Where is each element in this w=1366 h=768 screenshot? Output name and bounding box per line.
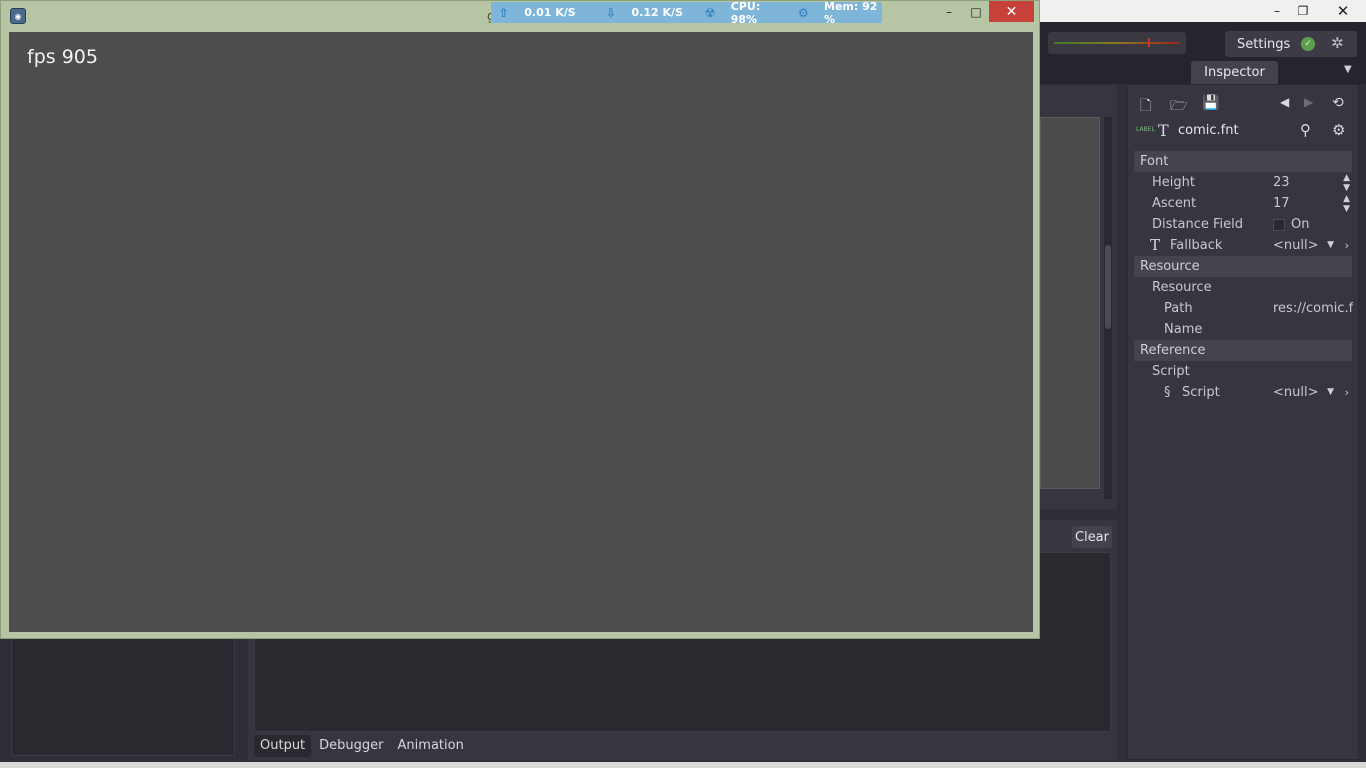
height-spin-icon[interactable]: ▲ ▼	[1343, 172, 1350, 193]
script-dropdown-icon[interactable]: ▼	[1327, 382, 1334, 403]
fps-label: fps 905	[27, 46, 98, 68]
cpu-usage: CPU: 98%	[730, 0, 761, 26]
property-list: Font Height 23 ▲ ▼ Ascent 17 ▲ ▼ Distance …	[1134, 151, 1353, 403]
settings-button[interactable]: Settings ✓ ✲	[1225, 31, 1357, 57]
settings-label: Settings	[1237, 36, 1291, 52]
prop-script-label: Script	[1182, 385, 1220, 400]
new-resource-icon[interactable]: 🗋	[1140, 95, 1151, 119]
prop-fallback-label: Fallback	[1170, 238, 1223, 253]
viewport-scrollbar[interactable]	[1104, 117, 1112, 499]
prop-script: § Script <null> ▼ ›	[1134, 382, 1352, 403]
save-icon[interactable]: 💾	[1202, 95, 1219, 111]
script-group-label: Script	[1152, 364, 1190, 379]
audio-meter-bar	[1054, 42, 1180, 44]
search-icon[interactable]: ⚲	[1300, 121, 1311, 139]
prop-height: Height 23 ▲ ▼	[1134, 172, 1352, 193]
forward-icon[interactable]: ▶	[1304, 95, 1313, 109]
prop-ascent-value[interactable]: 17	[1273, 193, 1353, 214]
prop-distance-label: Distance Field	[1152, 217, 1243, 232]
clear-button[interactable]: Clear	[1072, 526, 1112, 548]
viewport-frame	[1040, 85, 1117, 509]
prop-height-value[interactable]: 23	[1273, 172, 1353, 193]
audio-meter-peak	[1148, 38, 1150, 47]
fallback-edit-arrow-icon[interactable]: ›	[1345, 235, 1349, 256]
tab-inspector[interactable]: Inspector	[1191, 61, 1278, 84]
font-resource-icon: T	[1158, 121, 1169, 140]
godot-app-icon: ◉	[10, 8, 26, 24]
tab-debugger[interactable]: Debugger	[313, 735, 389, 757]
prop-height-label: Height	[1152, 175, 1195, 190]
prop-path: Path res://comic.f	[1134, 298, 1353, 319]
upload-rate: 0.01 K/S	[524, 6, 576, 19]
prop-script-group: Script	[1134, 361, 1352, 382]
distance-field-text: On	[1291, 217, 1310, 232]
prop-distance-field: Distance Field On	[1134, 214, 1352, 235]
prop-resource-group: Resource	[1134, 277, 1352, 298]
download-rate: 0.12 K/S	[631, 6, 683, 19]
editor-titlebar: – ❐ ✕	[1040, 0, 1366, 22]
back-icon[interactable]: ◀	[1280, 95, 1289, 109]
prop-path-value[interactable]: res://comic.f	[1273, 298, 1353, 319]
taskbar-strip	[0, 762, 1366, 768]
scene-tree-panel	[11, 638, 235, 756]
download-arrow-icon: ⇩	[605, 5, 616, 20]
game-canvas[interactable]: fps 905	[9, 32, 1033, 632]
font-fallback-icon: T	[1150, 236, 1161, 254]
game-minimize-button[interactable]: –	[935, 1, 963, 23]
status-ok-icon: ✓	[1301, 37, 1315, 51]
prop-fallback: T Fallback <null> ▼ ›	[1134, 235, 1352, 256]
resource-type-badge: LABEL	[1136, 126, 1155, 133]
gear-icon[interactable]: ⚙	[1332, 121, 1345, 139]
bottom-tabs: Output Debugger Animation	[254, 735, 470, 757]
game-maximize-button[interactable]: □	[962, 1, 990, 23]
open-folder-icon[interactable]: 🗁	[1170, 95, 1187, 119]
prop-distance-value[interactable]: On	[1273, 214, 1353, 235]
tab-animation[interactable]: Animation	[392, 735, 470, 757]
network-monitor-bar: ⇧ 0.01 K/S ⇩ 0.12 K/S ☢ CPU: 98% ⚙ Mem: …	[491, 0, 882, 26]
viewport-scroll-thumb[interactable]	[1105, 245, 1111, 329]
tab-output[interactable]: Output	[254, 735, 312, 757]
cpu-icon: ☢	[704, 5, 716, 20]
memory-gear-icon: ⚙	[797, 5, 809, 20]
distance-field-checkbox[interactable]	[1273, 218, 1285, 231]
section-font[interactable]: Font	[1134, 151, 1352, 172]
prop-name: Name	[1134, 319, 1352, 340]
resource-group-label: Resource	[1152, 280, 1212, 295]
fallback-dropdown-icon[interactable]: ▼	[1327, 235, 1334, 256]
history-icon[interactable]: ⟲	[1332, 95, 1344, 111]
spinner-gear-icon: ✲	[1331, 34, 1344, 52]
editor-close-button[interactable]: ✕	[1328, 0, 1358, 22]
prop-fallback-value[interactable]: <null>	[1273, 235, 1353, 256]
script-icon: §	[1164, 385, 1171, 400]
prop-path-label: Path	[1164, 301, 1193, 316]
prop-name-label: Name	[1164, 322, 1203, 337]
section-reference[interactable]: Reference	[1134, 340, 1352, 361]
inspector-panel: 🗋 🗁 💾 ◀ ▶ ⟲ LABEL T comic.fnt ⚲ ⚙ Font H…	[1127, 84, 1359, 760]
script-edit-arrow-icon[interactable]: ›	[1345, 382, 1349, 403]
audio-meter	[1048, 32, 1186, 54]
viewport-canvas	[1040, 117, 1100, 489]
resource-name: comic.fnt	[1178, 123, 1239, 138]
prop-ascent-label: Ascent	[1152, 196, 1197, 211]
prop-ascent: Ascent 17 ▲ ▼	[1134, 193, 1352, 214]
section-resource[interactable]: Resource	[1134, 256, 1352, 277]
ascent-spin-icon[interactable]: ▲ ▼	[1343, 193, 1350, 214]
prop-script-value[interactable]: <null>	[1273, 382, 1353, 403]
game-close-button[interactable]: ✕	[989, 1, 1034, 22]
editor-restore-button[interactable]: ❐	[1288, 0, 1318, 22]
memory-usage: Mem: 92 %	[824, 0, 878, 26]
tab-menu-arrow-icon[interactable]: ▼	[1344, 64, 1352, 75]
resource-row: LABEL T comic.fnt ⚲ ⚙	[1136, 121, 1352, 143]
game-window: ◉ g – □ ✕ fps 905	[0, 0, 1040, 639]
upload-arrow-icon: ⇧	[498, 5, 509, 20]
